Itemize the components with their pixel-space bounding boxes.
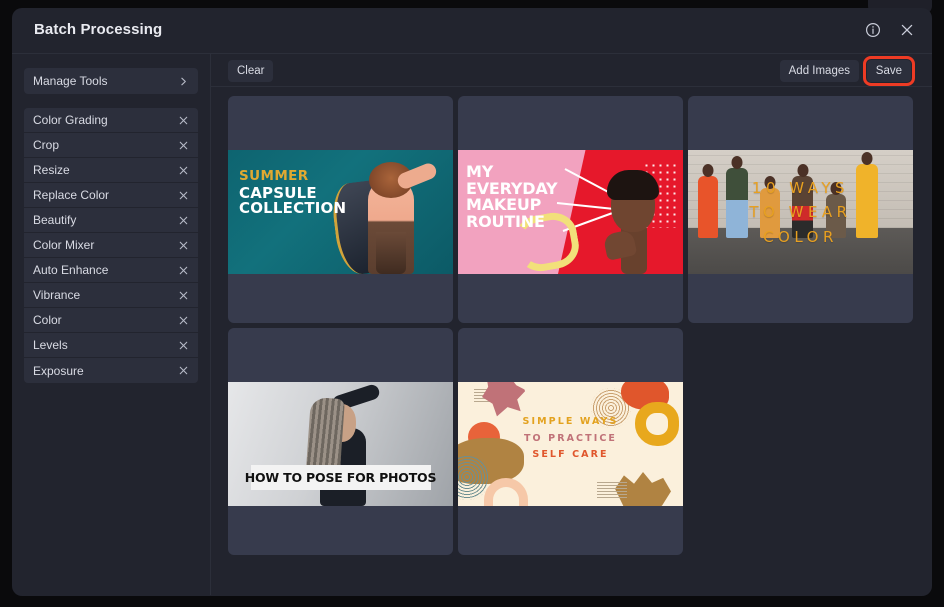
header-actions <box>862 19 918 41</box>
tool-label: Resize <box>33 163 70 177</box>
tool-label: Color <box>33 313 62 327</box>
caption-line: HOW TO POSE FOR PHOTOS <box>244 470 437 485</box>
thumbnail-caption: SUMMER CAPSULE COLLECTION <box>239 168 347 217</box>
tool-label: Auto Enhance <box>33 263 109 277</box>
add-images-button[interactable]: Add Images <box>779 60 859 82</box>
dialog-body: Manage Tools Color Grading Crop Resize R… <box>12 54 932 595</box>
remove-tool-icon[interactable] <box>176 313 190 327</box>
tool-label: Replace Color <box>33 188 110 202</box>
tool-item-color[interactable]: Color <box>24 308 198 333</box>
tool-item-auto-enhance[interactable]: Auto Enhance <box>24 258 198 283</box>
image-card-simple-ways-to-practice-self-care[interactable]: SIMPLE WAYS TO PRACTICE SELF CARE <box>458 328 683 555</box>
tool-item-crop[interactable]: Crop <box>24 133 198 158</box>
tool-label: Crop <box>33 138 60 152</box>
remove-tool-icon[interactable] <box>176 364 190 378</box>
caption-line: 10 WAYS <box>751 179 850 197</box>
remove-tool-icon[interactable] <box>176 338 190 352</box>
main-toolbar: Clear Add Images Save <box>211 54 932 87</box>
remove-tool-icon[interactable] <box>176 188 190 202</box>
tool-item-resize[interactable]: Resize <box>24 158 198 183</box>
chevron-right-icon <box>178 76 189 87</box>
tool-item-levels[interactable]: Levels <box>24 333 198 358</box>
image-card-10-ways-to-wear-color[interactable]: 10 WAYS TO WEAR COLOR <box>688 96 913 323</box>
tool-item-vibrance[interactable]: Vibrance <box>24 283 198 308</box>
caption-line: SIMPLE WAYS <box>522 416 619 427</box>
page-title: Batch Processing <box>34 21 163 38</box>
batch-processing-dialog: Batch Processing Manage Tools Color Grad… <box>12 8 932 596</box>
thumbnail-caption: 10 WAYS TO WEAR COLOR <box>688 176 913 249</box>
main-panel: Clear Add Images Save SUMMER CAPSULE COL… <box>211 54 932 595</box>
tools-sidebar: Manage Tools Color Grading Crop Resize R… <box>12 54 211 595</box>
remove-tool-icon[interactable] <box>176 213 190 227</box>
image-thumbnail: SIMPLE WAYS TO PRACTICE SELF CARE <box>458 382 683 506</box>
model-figure <box>329 158 439 274</box>
close-icon[interactable] <box>896 19 918 41</box>
info-circle-icon[interactable] <box>862 19 884 41</box>
image-card-how-to-pose-for-photos[interactable]: HOW TO POSE FOR PHOTOS <box>228 328 453 555</box>
caption-line: COLLECTION <box>239 198 347 217</box>
app-root: Batch Processing Manage Tools Color Grad… <box>0 0 944 607</box>
thumbnail-caption: MY EVERYDAY MAKEUP ROUTINE <box>466 163 558 231</box>
manage-tools-button[interactable]: Manage Tools <box>24 68 198 94</box>
tool-label: Color Grading <box>33 113 108 127</box>
remove-tool-icon[interactable] <box>176 138 190 152</box>
image-grid: SUMMER CAPSULE COLLECTION MY EVERYDAY MA… <box>228 96 915 587</box>
caption-line: SUMMER <box>239 168 309 184</box>
caption-line: SELF CARE <box>532 449 609 461</box>
tool-item-color-mixer[interactable]: Color Mixer <box>24 233 198 258</box>
manage-tools-label: Manage Tools <box>33 74 108 88</box>
remove-tool-icon[interactable] <box>176 163 190 177</box>
tool-label: Beautify <box>33 213 77 227</box>
tool-list: Color Grading Crop Resize Replace Color … <box>24 108 198 383</box>
image-thumbnail: HOW TO POSE FOR PHOTOS <box>228 382 453 506</box>
tool-item-color-grading[interactable]: Color Grading <box>24 108 198 133</box>
caption-line: COLOR <box>763 227 838 246</box>
save-button[interactable]: Save <box>862 56 916 86</box>
tool-label: Vibrance <box>33 288 81 302</box>
image-thumbnail: SUMMER CAPSULE COLLECTION <box>228 150 453 274</box>
caption-line: ROUTINE <box>466 211 545 231</box>
tool-item-exposure[interactable]: Exposure <box>24 358 198 383</box>
caption-line: TO WEAR <box>749 203 852 222</box>
image-card-summer-capsule-collection[interactable]: SUMMER CAPSULE COLLECTION <box>228 96 453 323</box>
caption-line: TO PRACTICE <box>523 432 618 444</box>
remove-tool-icon[interactable] <box>176 113 190 127</box>
tool-item-beautify[interactable]: Beautify <box>24 208 198 233</box>
dialog-header: Batch Processing <box>12 8 932 54</box>
tool-label: Levels <box>33 338 68 352</box>
remove-tool-icon[interactable] <box>176 263 190 277</box>
remove-tool-icon[interactable] <box>176 288 190 302</box>
tool-label: Color Mixer <box>33 238 95 252</box>
image-card-my-everyday-makeup-routine[interactable]: MY EVERYDAY MAKEUP ROUTINE <box>458 96 683 323</box>
model-figure <box>602 170 669 274</box>
clear-button[interactable]: Clear <box>228 60 274 82</box>
image-thumbnail: MY EVERYDAY MAKEUP ROUTINE <box>458 150 683 274</box>
remove-tool-icon[interactable] <box>176 238 190 252</box>
image-thumbnail: 10 WAYS TO WEAR COLOR <box>688 150 913 274</box>
tool-label: Exposure <box>33 363 84 378</box>
thumbnail-caption: HOW TO POSE FOR PHOTOS <box>245 465 436 490</box>
thumbnail-caption: SIMPLE WAYS TO PRACTICE SELF CARE <box>458 414 683 464</box>
tool-item-replace-color[interactable]: Replace Color <box>24 183 198 208</box>
